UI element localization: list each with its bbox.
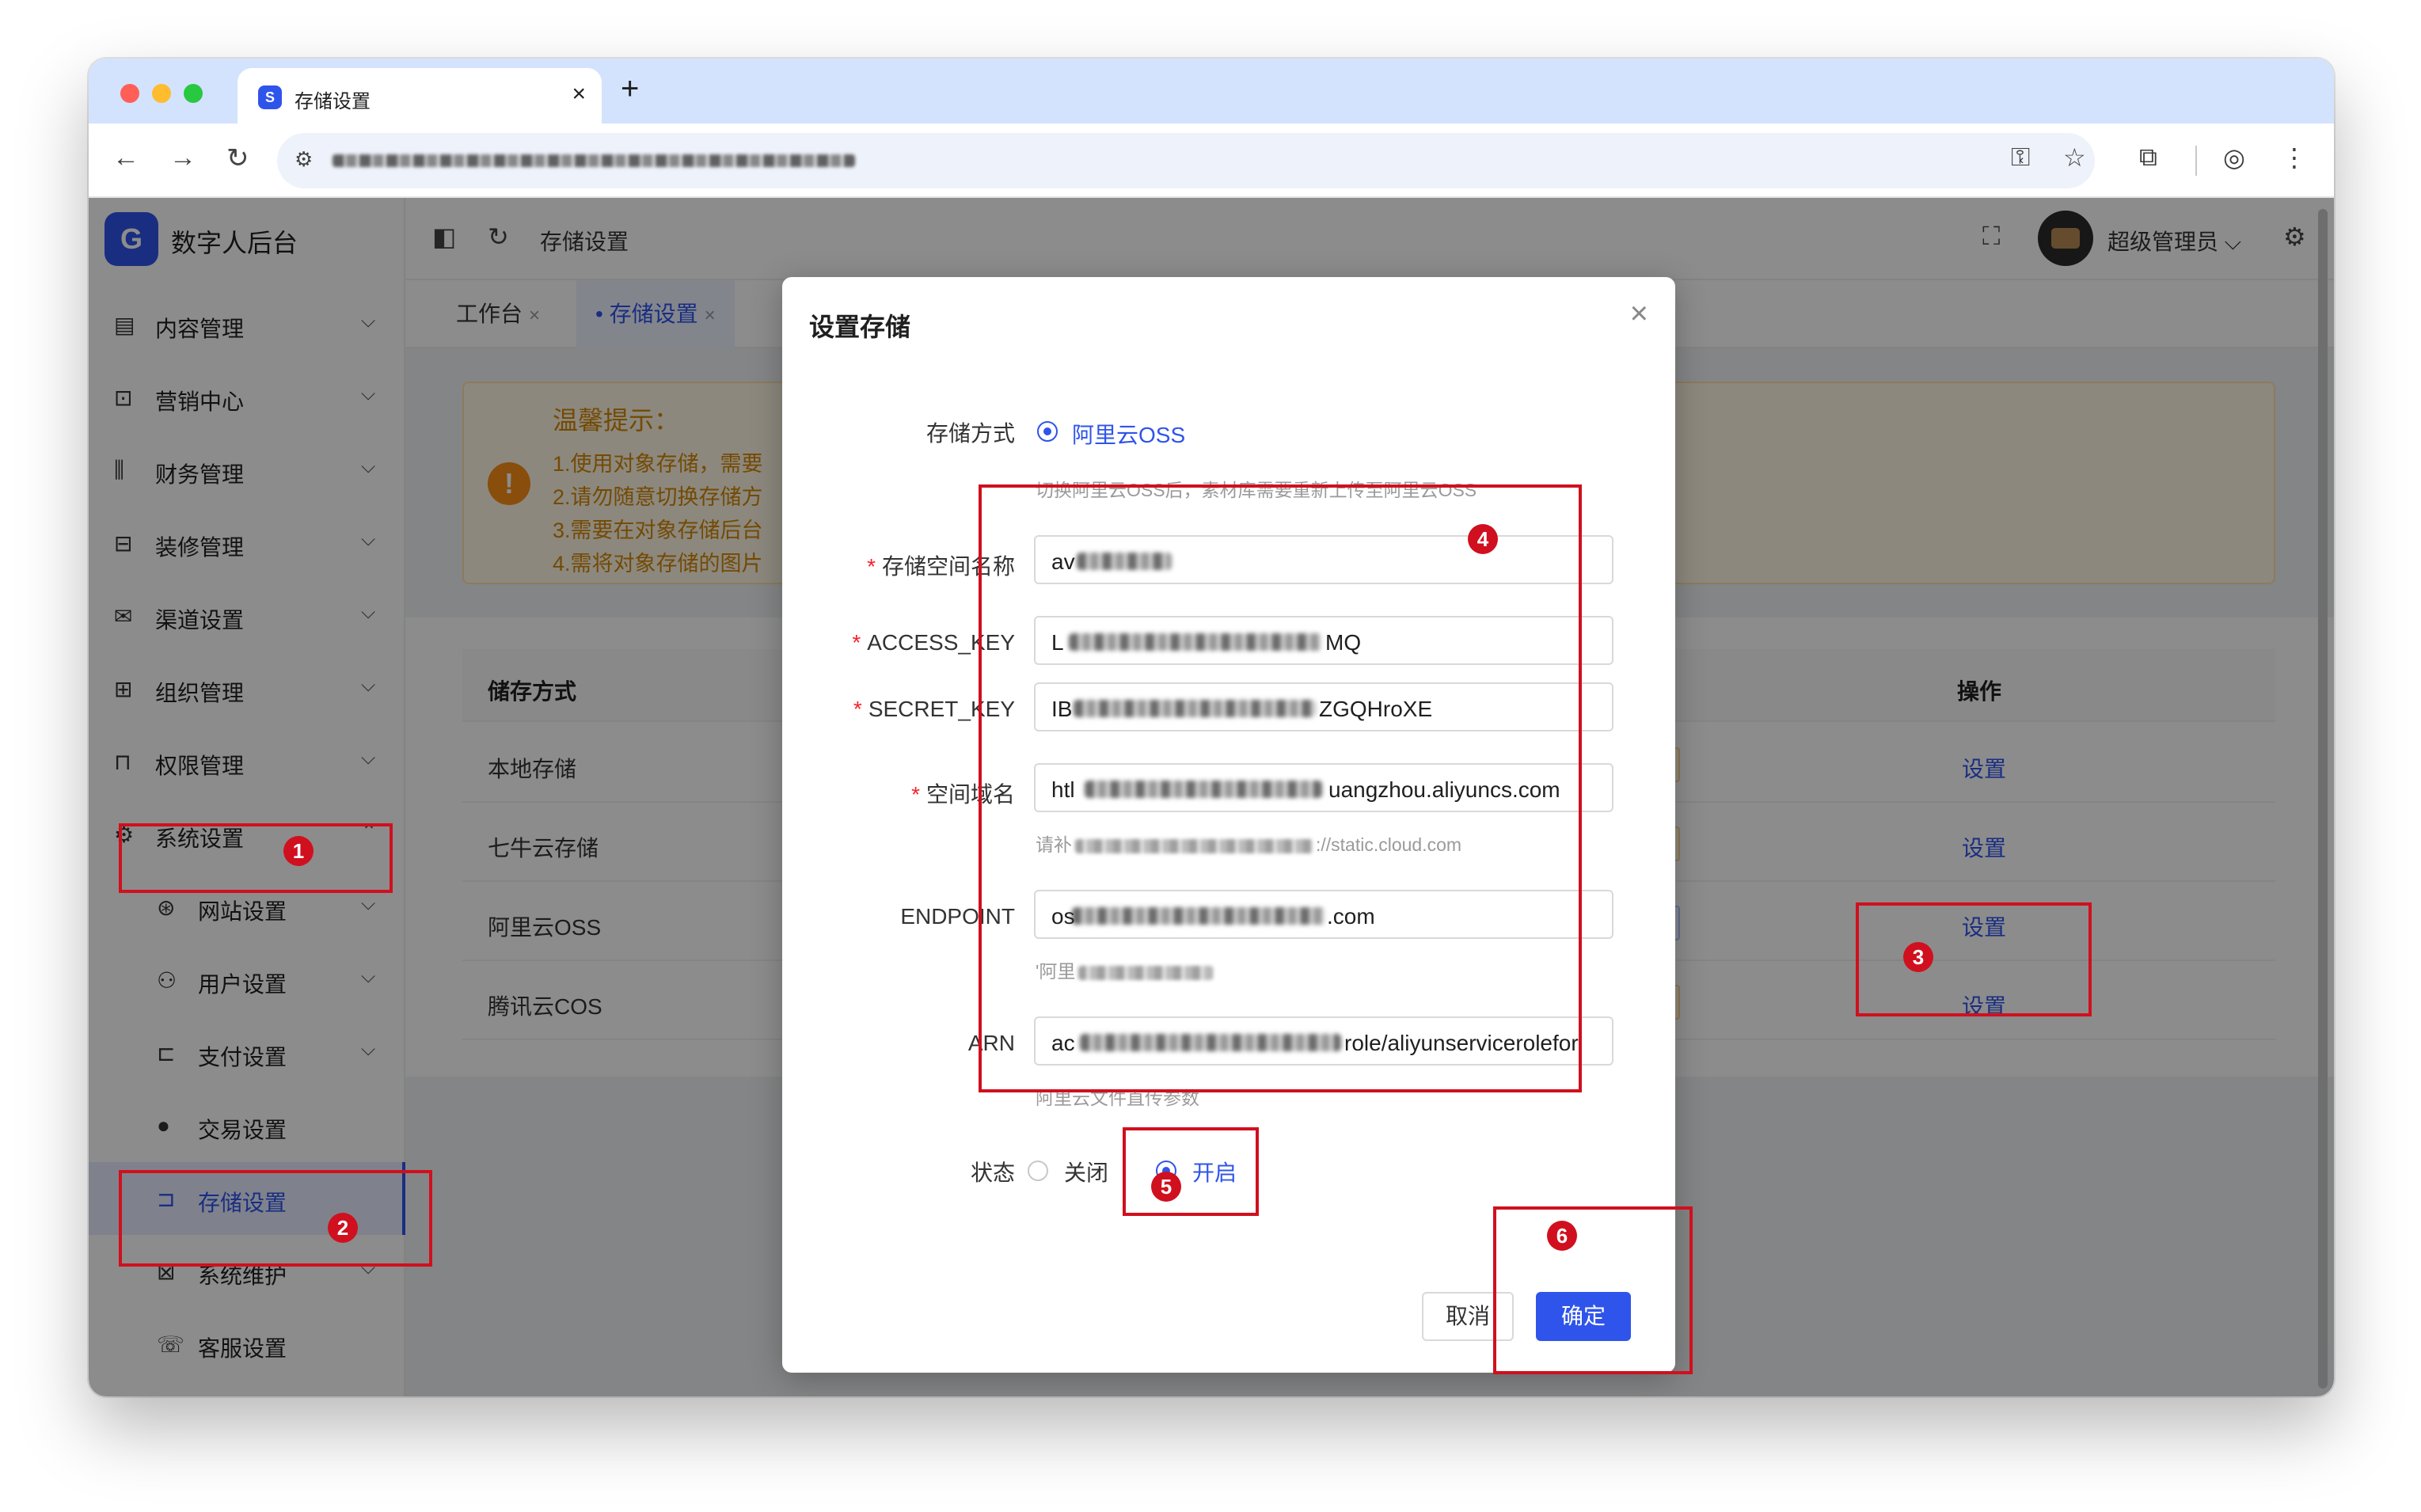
required-mark: * bbox=[853, 697, 862, 721]
annotation-number-3: 3 bbox=[1903, 942, 1933, 972]
annotation-number-4: 4 bbox=[1468, 524, 1498, 554]
required-mark: * bbox=[867, 554, 876, 579]
close-window-button[interactable] bbox=[120, 84, 139, 103]
annotation-box-2 bbox=[119, 1170, 432, 1267]
browser-toolbar: ← → ↻ ⚙ ⚿ ☆ ⧉ ◎ ⋮ bbox=[89, 123, 2334, 198]
storage-aliyun-label[interactable]: 阿里云OSS bbox=[1072, 418, 1185, 450]
annotation-number-1: 1 bbox=[283, 836, 314, 866]
reload-icon[interactable]: ↻ bbox=[226, 142, 249, 174]
annotation-number-2: 2 bbox=[328, 1213, 358, 1243]
address-bar[interactable]: ⚙ bbox=[277, 133, 2095, 188]
status-off-label[interactable]: 关闭 bbox=[1064, 1156, 1108, 1187]
annotation-number-6: 6 bbox=[1547, 1221, 1577, 1251]
annotation-box-4 bbox=[979, 484, 1582, 1092]
toolbar-divider bbox=[2195, 146, 2197, 176]
browser-tab-title: 存储设置 bbox=[295, 91, 371, 112]
status-label: 状态 bbox=[970, 1161, 1015, 1185]
close-icon[interactable]: × bbox=[1630, 296, 1648, 332]
required-mark: * bbox=[852, 630, 861, 655]
minimize-window-button[interactable] bbox=[152, 84, 171, 103]
profile-icon[interactable]: ◎ bbox=[2223, 142, 2245, 173]
tab-close-icon[interactable]: × bbox=[572, 81, 586, 108]
forward-icon[interactable]: → bbox=[169, 142, 196, 173]
storage-aliyun-radio[interactable] bbox=[1037, 421, 1058, 442]
annotation-box-5 bbox=[1123, 1127, 1259, 1216]
site-info-icon[interactable]: ⚙ bbox=[295, 147, 313, 172]
annotation-box-1 bbox=[119, 823, 393, 893]
url-text-blurred bbox=[333, 154, 855, 167]
new-tab-button[interactable]: + bbox=[621, 71, 639, 107]
favicon-icon: S bbox=[258, 85, 282, 109]
storage-type-label: 存储方式 bbox=[925, 421, 1015, 446]
required-mark: * bbox=[911, 782, 920, 807]
back-icon[interactable]: ← bbox=[112, 142, 139, 173]
dialog-title: 设置存储 bbox=[809, 313, 911, 341]
annotation-box-6 bbox=[1493, 1206, 1693, 1374]
browser-tab[interactable]: S 存储设置 × bbox=[238, 68, 602, 123]
maximize-window-button[interactable] bbox=[184, 84, 203, 103]
annotation-number-5: 5 bbox=[1151, 1172, 1181, 1202]
bookmark-star-icon[interactable]: ☆ bbox=[2063, 142, 2086, 173]
status-off-radio[interactable] bbox=[1028, 1161, 1048, 1181]
browser-tabbar: S 存储设置 × + bbox=[89, 59, 2334, 123]
annotation-box-3 bbox=[1856, 902, 2092, 1016]
cast-icon[interactable]: ⧉ bbox=[2139, 142, 2157, 173]
key-icon[interactable]: ⚿ bbox=[2011, 142, 2030, 173]
browser-menu-icon[interactable]: ⋮ bbox=[2282, 142, 2307, 173]
